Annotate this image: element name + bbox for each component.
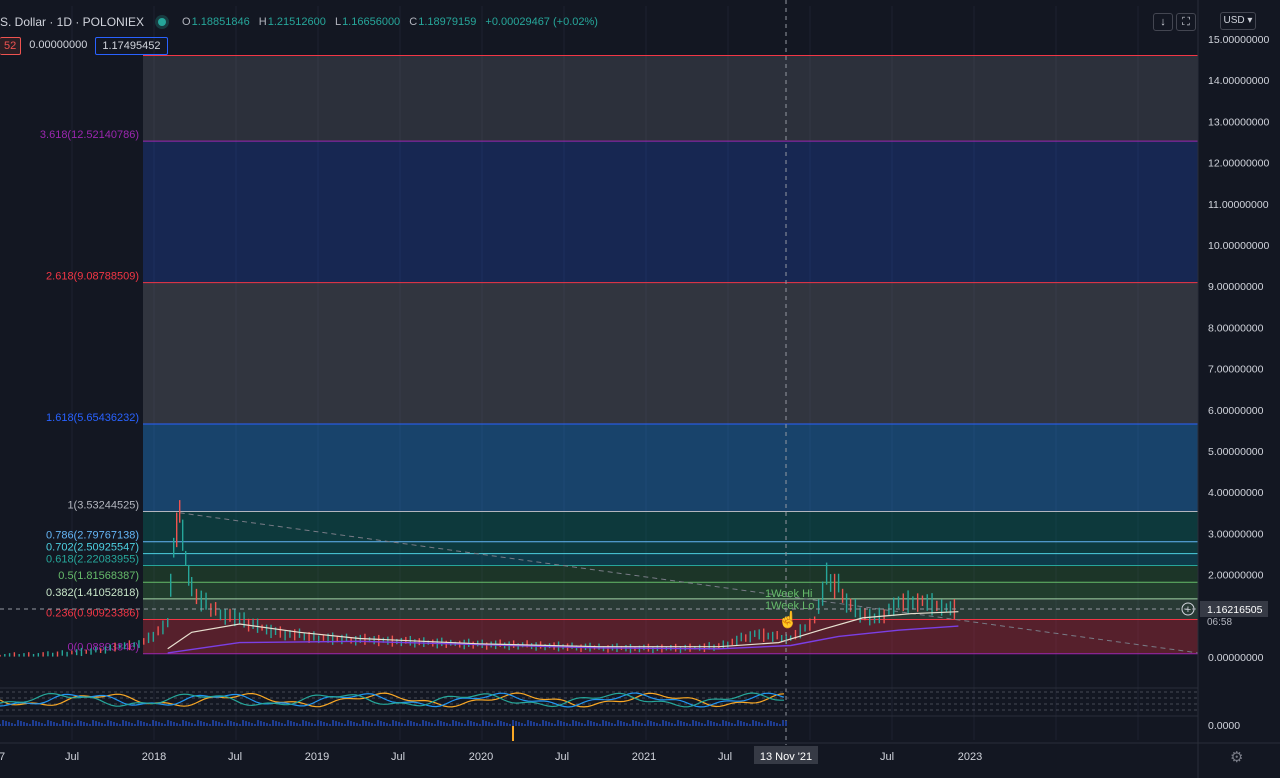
y-tick-label: 6.00000000 bbox=[1208, 405, 1264, 417]
x-tick-label: 2021 bbox=[632, 751, 656, 763]
x-tick-label: Jul bbox=[555, 751, 569, 763]
chevron-down-icon: ▾ bbox=[1244, 15, 1253, 26]
week-high-annotation: 1Week Hi bbox=[765, 588, 812, 600]
y-tick-label: 11.00000000 bbox=[1208, 199, 1269, 211]
fib-level-label: 3.618(12.52140786) bbox=[40, 129, 139, 141]
x-tick-label: 7 bbox=[0, 751, 5, 763]
close-key: C bbox=[409, 16, 418, 28]
fib-level-label: 0.702(2.50925547) bbox=[46, 542, 139, 554]
fib-band bbox=[143, 553, 1198, 566]
fib-level-label: 0.618(2.22083955) bbox=[46, 554, 139, 566]
y-tick-label: 8.00000000 bbox=[1208, 322, 1264, 334]
y-tick-label: 7.00000000 bbox=[1208, 364, 1264, 376]
change-value: +0.00029467 (+0.02%) bbox=[485, 16, 598, 28]
x-tick-label: 2023 bbox=[958, 751, 982, 763]
y-tick-label: 15.00000000 bbox=[1208, 34, 1269, 46]
x-tick-label: 2020 bbox=[469, 751, 493, 763]
symbol-title[interactable]: S. Dollar · 1D · POLONIEX bbox=[0, 15, 144, 29]
y-tick-label: 10.00000000 bbox=[1208, 240, 1269, 252]
cursor-hand-icon: ☝ bbox=[778, 610, 798, 629]
indicator-value-red: 52 bbox=[0, 37, 22, 55]
x-tick-label: Jul bbox=[65, 751, 79, 763]
fib-level-label: 2.618(9.08788509) bbox=[46, 271, 139, 283]
x-tick-label: Jul bbox=[880, 751, 894, 763]
fullscreen-icon: ⛶ bbox=[1182, 16, 1190, 28]
current-price-label: 1.16216505 bbox=[1207, 604, 1263, 616]
y-tick-label: 14.00000000 bbox=[1208, 75, 1269, 87]
close-value: 1.18979159 bbox=[418, 16, 477, 28]
y-tick-label: 13.00000000 bbox=[1208, 116, 1269, 128]
high-value: 1.21512600 bbox=[267, 16, 326, 28]
indicator-value-plain: 0.00000000 bbox=[29, 39, 88, 51]
x-tick-label: 2018 bbox=[142, 751, 166, 763]
arrow-down-icon: ↓ bbox=[1160, 16, 1166, 28]
price-chart[interactable]: 3.618(12.52140786) 2.618(9.08788509) 1.618… bbox=[0, 0, 1280, 778]
fullscreen-button[interactable]: ⛶ bbox=[1176, 13, 1196, 31]
x-tick-label: Jul bbox=[228, 751, 242, 763]
fib-level-label: 0(0.08893846) bbox=[67, 642, 139, 654]
fib-band bbox=[143, 282, 1198, 425]
fib-band bbox=[143, 565, 1198, 583]
fib-band bbox=[143, 582, 1198, 599]
low-key: L bbox=[334, 16, 342, 28]
indicator-values-row: 52 0.00000000 1.17495452 bbox=[0, 37, 168, 55]
chart-legend-header: S. Dollar · 1D · POLONIEX O1.18851846 H1… bbox=[0, 12, 604, 32]
fib-level-label: 0.786(2.79767138) bbox=[46, 530, 139, 542]
fib-band bbox=[143, 541, 1198, 554]
settings-button[interactable]: ⚙ bbox=[1230, 748, 1243, 766]
y-tick-label: 5.00000000 bbox=[1208, 446, 1264, 458]
fib-band bbox=[143, 511, 1198, 542]
chart-root[interactable]: 3.618(12.52140786) 2.618(9.08788509) 1.618… bbox=[0, 0, 1280, 778]
fib-level-label: 0.382(1.41052818) bbox=[46, 587, 139, 599]
y-tick-label: 2.00000000 bbox=[1208, 570, 1264, 582]
x-tick-label: 2019 bbox=[305, 751, 329, 763]
high-key: H bbox=[258, 16, 267, 28]
fib-band bbox=[143, 55, 1198, 142]
fib-band bbox=[143, 424, 1198, 512]
countdown-label: 06:58 bbox=[1207, 617, 1232, 628]
y-tick-label: 3.00000000 bbox=[1208, 528, 1264, 540]
open-key: O bbox=[182, 16, 191, 28]
add-alert-plus: + bbox=[1185, 604, 1191, 616]
y-tick-label: 9.00000000 bbox=[1208, 281, 1264, 293]
y-tick-label: 12.00000000 bbox=[1208, 158, 1269, 170]
open-value: 1.18851846 bbox=[191, 16, 250, 28]
week-low-annotation: 1Week Lo bbox=[765, 600, 814, 612]
indicator-value-blue: 1.17495452 bbox=[95, 37, 168, 55]
gear-icon: ⚙ bbox=[1230, 749, 1244, 766]
fib-level-label: 1.618(5.65436232) bbox=[46, 412, 139, 424]
x-tick-label: Jul bbox=[391, 751, 405, 763]
y-tick-label: 4.00000000 bbox=[1208, 487, 1264, 499]
download-button[interactable]: ↓ bbox=[1153, 13, 1173, 31]
fib-band bbox=[143, 141, 1198, 283]
crosshair-date-label: 13 Nov '21 bbox=[760, 751, 812, 763]
market-status-dot-icon bbox=[158, 18, 167, 26]
fib-level-label: 1(3.53244525) bbox=[67, 499, 139, 511]
currency-label: USD bbox=[1223, 15, 1245, 26]
lower-pane-tick: 0.0000 bbox=[1208, 720, 1240, 732]
y-tick-label: 0.00000000 bbox=[1208, 652, 1264, 664]
low-value: 1.16656000 bbox=[342, 16, 401, 28]
currency-select[interactable]: USD ▾ bbox=[1220, 12, 1256, 30]
fib-level-label: 0.5(1.81568387) bbox=[58, 570, 139, 582]
x-tick-label: Jul bbox=[718, 751, 732, 763]
fib-band bbox=[143, 598, 1198, 620]
ohlc-readout: O1.18851846 H1.21512600 L1.16656000 C1.1… bbox=[182, 16, 604, 28]
